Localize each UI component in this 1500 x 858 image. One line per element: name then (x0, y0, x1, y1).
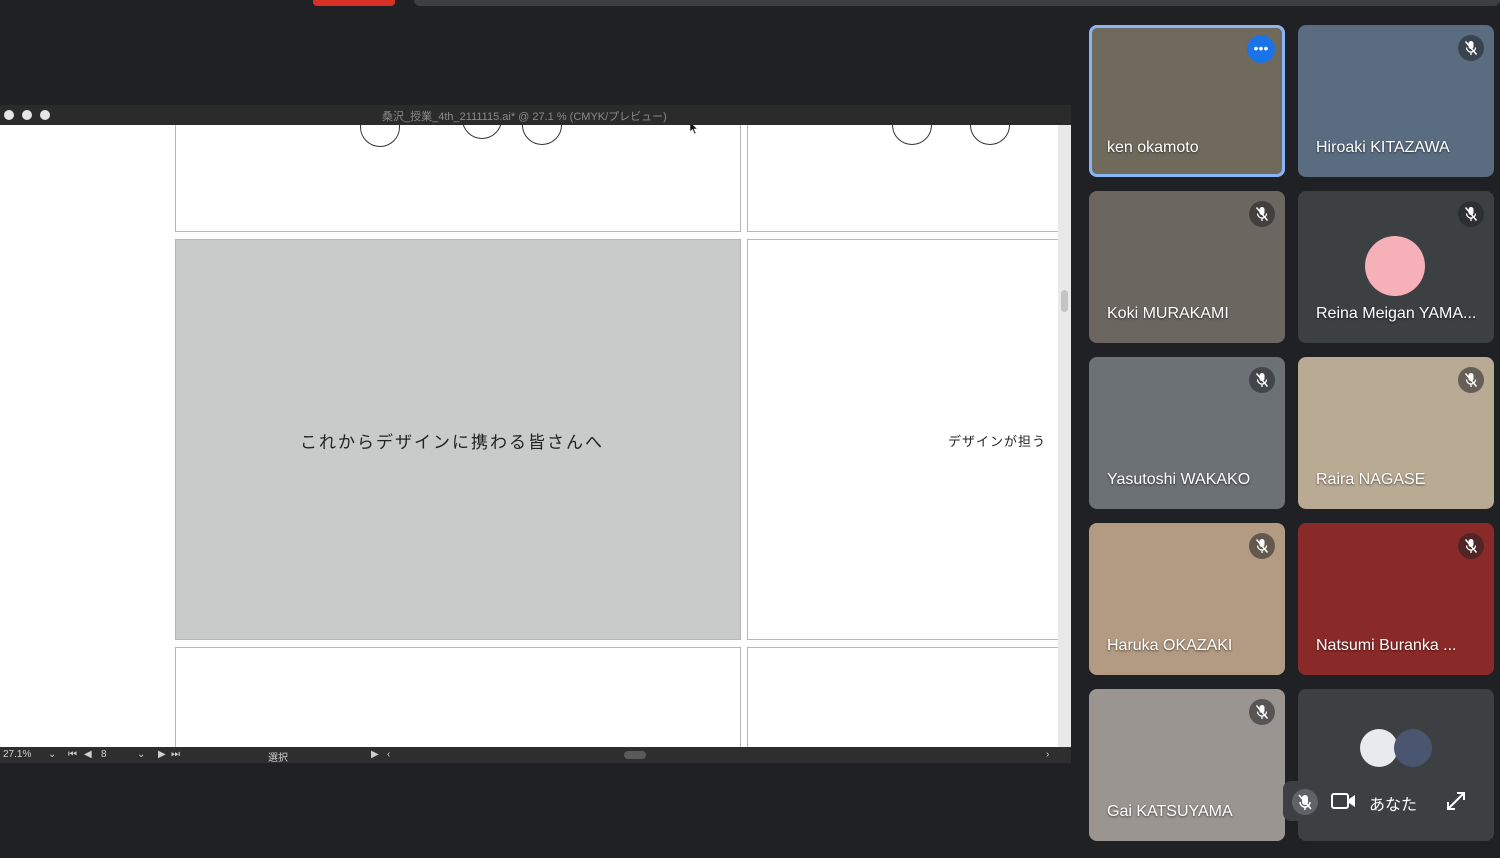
participant-tile[interactable]: Hiroaki KITAZAWA (1298, 25, 1494, 177)
camera-icon[interactable] (1331, 791, 1357, 811)
document-title: 桑沢_授業_4th_2111115.ai* @ 27.1 % (CMYK/プレビ… (382, 111, 667, 123)
artboard-number[interactable]: 8 (101, 749, 107, 760)
mouse-cursor-icon (689, 125, 699, 135)
more-options-icon[interactable]: ••• (1247, 35, 1275, 63)
avatar (1365, 236, 1425, 296)
mic-off-icon (1458, 201, 1484, 227)
status-bar: 27.1% ⌄ ⏮ ◀ 8 ⌄ ▶ ⏭ 選択 ▶ ‹ › (0, 747, 1071, 764)
participant-tile[interactable]: Gai KATSUYAMA (1089, 689, 1285, 841)
artboard-top-left (175, 125, 741, 232)
top-toolbar (414, 0, 1500, 6)
artboard-bottom-right (747, 647, 1058, 747)
zoom-dropdown-icon[interactable]: ⌄ (48, 749, 56, 760)
previous-artboard-icon[interactable]: ◀ (84, 749, 92, 760)
participant-name: Reina Meigan YAMA... (1316, 305, 1477, 322)
participant-name: Raira NAGASE (1316, 471, 1426, 488)
mic-off-icon (1458, 367, 1484, 393)
mic-off-icon (1249, 699, 1275, 725)
participant-tile[interactable]: Koki MURAKAMI (1089, 191, 1285, 343)
self-view-label: あなた (1369, 797, 1418, 814)
present-indicator[interactable] (313, 0, 395, 6)
mic-off-icon (1458, 533, 1484, 559)
participant-tile[interactable]: Haruka OKAZAKI (1089, 523, 1285, 675)
mic-off-icon (1249, 367, 1275, 393)
avatar (1394, 729, 1432, 767)
participant-tile[interactable]: Natsumi Buranka ... (1298, 523, 1494, 675)
participant-name: Natsumi Buranka ... (1316, 637, 1457, 654)
participant-name: Haruka OKAZAKI (1107, 637, 1233, 654)
next-artboard-icon[interactable]: ▶ (158, 749, 166, 760)
zoom-window-icon[interactable] (40, 110, 50, 120)
participant-name: Koki MURAKAMI (1107, 305, 1229, 322)
vertical-scrollbar[interactable] (1058, 125, 1071, 747)
participant-tile[interactable]: ••• ken okamoto (1089, 25, 1285, 177)
horizontal-scrollbar[interactable] (624, 751, 646, 759)
artboard-bottom-left (175, 647, 741, 747)
scroll-right-icon[interactable]: › (1046, 749, 1049, 760)
slide-title-text: これからデザインに携わる皆さんへ (300, 433, 604, 452)
close-window-icon[interactable] (4, 110, 14, 120)
zoom-level[interactable]: 27.1% (3, 749, 31, 760)
artboard-dropdown-icon[interactable]: ⌄ (137, 749, 145, 760)
scroll-left-icon[interactable]: ‹ (387, 749, 390, 760)
shared-screen: 桑沢_授業_4th_2111115.ai* @ 27.1 % (CMYK/プレビ… (0, 105, 1071, 764)
mic-off-icon (1249, 201, 1275, 227)
minimize-window-icon[interactable] (22, 110, 32, 120)
current-tool-label: 選択 (268, 753, 288, 764)
mic-off-icon[interactable] (1292, 789, 1318, 815)
expand-icon[interactable] (1446, 791, 1466, 811)
mic-off-icon (1249, 533, 1275, 559)
participant-tile[interactable]: Reina Meigan YAMA... (1298, 191, 1494, 343)
participant-name: Gai KATSUYAMA (1107, 803, 1233, 820)
status-menu-icon[interactable]: ▶ (371, 749, 379, 760)
artboard-canvas[interactable]: これからデザインに携わる皆さんへ デザインが担う (0, 125, 1058, 747)
participant-tile[interactable]: Raira NAGASE (1298, 357, 1494, 509)
participant-name: Hiroaki KITAZAWA (1316, 139, 1450, 156)
participant-name: ken okamoto (1107, 139, 1199, 156)
mic-off-icon (1458, 35, 1484, 61)
window-titlebar: 桑沢_授業_4th_2111115.ai* @ 27.1 % (CMYK/プレビ… (0, 105, 1071, 125)
participant-tile[interactable]: Yasutoshi WAKAKO (1089, 357, 1285, 509)
first-artboard-icon[interactable]: ⏮ (68, 749, 77, 760)
self-view-controls: あなた (1283, 781, 1474, 821)
avatar (1360, 729, 1398, 767)
participant-name: Yasutoshi WAKAKO (1107, 471, 1251, 488)
last-artboard-icon[interactable]: ⏭ (171, 749, 180, 760)
slide-right-text: デザインが担う (948, 434, 1047, 449)
